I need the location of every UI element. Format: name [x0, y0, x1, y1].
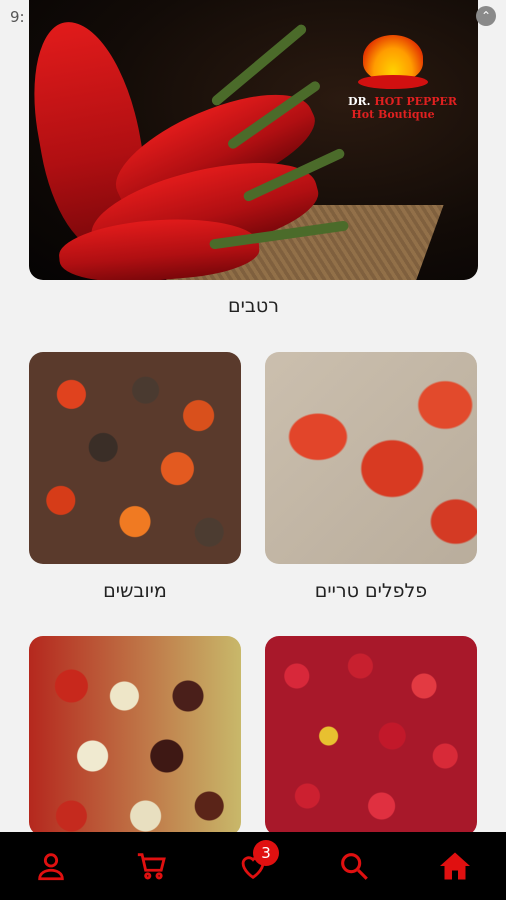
search-button[interactable] — [324, 836, 384, 896]
sauces-category-label[interactable]: רטבים — [29, 295, 478, 317]
home-icon — [440, 852, 471, 880]
brand-logo: DR. HOT PEPPER Hot Boutique — [348, 35, 457, 121]
info-icon: ⌃ — [476, 6, 496, 26]
dried-peppers-category-image[interactable] — [29, 352, 241, 564]
sauces-category-image[interactable]: DR. HOT PEPPER Hot Boutique — [29, 0, 478, 280]
search-icon — [341, 853, 369, 880]
profile-button[interactable] — [21, 836, 81, 896]
favorites-count-badge: 3 — [252, 840, 279, 866]
dried-peppers-category-label[interactable]: מיובשים — [29, 580, 241, 602]
fresh-peppers-category-image[interactable] — [265, 352, 477, 564]
profile-icon — [37, 853, 64, 881]
logo-text-line1: DR. HOT PEPPER — [348, 95, 457, 108]
logo-text-line2: Hot Boutique — [351, 108, 435, 121]
logo-text-dr: DR. — [348, 95, 371, 108]
bottom-navigation: 3 — [0, 832, 506, 900]
cart-icon — [137, 853, 166, 880]
logo-text-hot-pepper: HOT PEPPER — [374, 95, 458, 108]
category-image-mixed-peppers[interactable] — [29, 636, 241, 836]
logo-pepper-icon — [358, 75, 428, 89]
status-time: 9: — [10, 8, 25, 26]
fresh-peppers-category-label[interactable]: פלפלים טריים — [265, 580, 477, 602]
cart-button[interactable] — [122, 836, 182, 896]
category-image-red-peppers[interactable] — [265, 636, 477, 836]
favorites-button[interactable]: 3 — [223, 836, 283, 896]
home-button[interactable] — [425, 836, 485, 896]
